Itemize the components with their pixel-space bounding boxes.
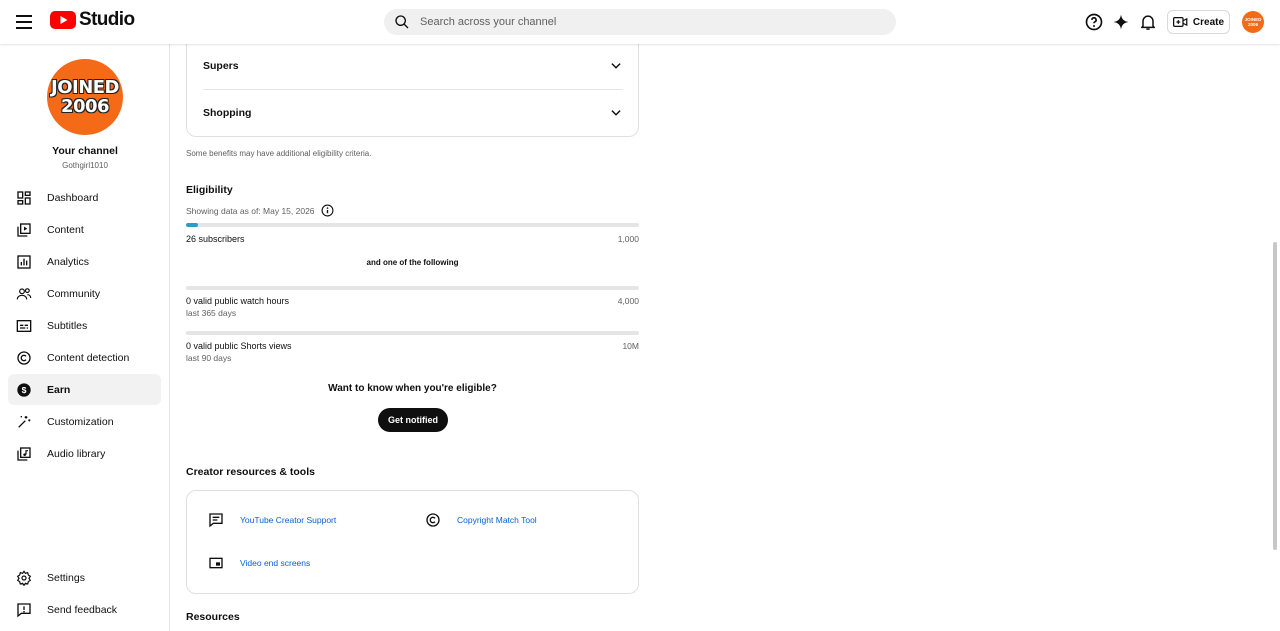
search-bar[interactable]: [384, 9, 896, 35]
chat-support-icon: [209, 513, 223, 528]
creator-resources-card: YouTube Creator Support Copyright Match …: [186, 490, 639, 594]
link-copyright-match-tool[interactable]: Copyright Match Tool: [425, 512, 537, 528]
sidebar-item-audio-library[interactable]: Audio library: [8, 438, 161, 469]
channel-title: Your channel: [52, 145, 118, 157]
dashboard-icon: [17, 190, 31, 205]
link-label: YouTube Creator Support: [240, 515, 337, 525]
get-notified-button[interactable]: Get notified: [378, 408, 448, 432]
dollar-icon: $: [17, 382, 31, 397]
search-input[interactable]: [420, 16, 860, 28]
sidebar-item-label: Send feedback: [47, 603, 118, 616]
shorts-views-progress-bar: [186, 331, 639, 335]
creator-resources-title: Creator resources & tools: [186, 466, 315, 478]
sidebar-item-label: Content detection: [47, 351, 130, 364]
notifications-bell-icon[interactable]: [1138, 12, 1158, 32]
accordion-supers[interactable]: Supers: [203, 42, 623, 89]
page-scrollbar[interactable]: [1273, 242, 1277, 550]
sidebar-item-label: Community: [47, 287, 101, 300]
avatar-text-line2: 2006: [1247, 22, 1258, 27]
shorts-views-label: 0 valid public Shorts views: [186, 341, 292, 351]
youtube-logo-icon: [50, 11, 76, 29]
link-label: Copyright Match Tool: [457, 515, 537, 525]
sidebar-item-label: Analytics: [47, 255, 90, 268]
link-video-end-screens[interactable]: Video end screens: [208, 555, 310, 571]
subscribers-progress-fill: [186, 223, 198, 227]
shorts-views-goal: 10M: [622, 341, 639, 351]
search-icon[interactable]: [394, 14, 410, 30]
accordion-label: Shopping: [203, 106, 252, 119]
main-content: Supers Shopping Some benefits may have a…: [171, 24, 1271, 631]
copyright-icon: [17, 350, 31, 365]
sidebar-item-subtitles[interactable]: Subtitles: [8, 310, 161, 341]
create-video-icon: [1172, 17, 1188, 27]
link-label: Video end screens: [240, 558, 311, 568]
sidebar-item-label: Earn: [47, 383, 71, 396]
eligibility-note: Some benefits may have additional eligib…: [186, 149, 372, 158]
svg-text:$: $: [22, 385, 27, 395]
gear-icon: [16, 569, 32, 586]
info-icon[interactable]: [321, 204, 334, 217]
sidebar-item-label: Dashboard: [47, 191, 99, 204]
community-icon: [16, 287, 32, 299]
channel-avatar-line2: 2006: [60, 96, 110, 117]
account-avatar[interactable]: JOINED 2006: [1242, 11, 1264, 33]
subscribers-label: 26 subscribers: [186, 234, 245, 244]
connector-text: and one of the following: [366, 258, 459, 267]
analytics-icon: [17, 254, 31, 269]
watch-hours-progress-bar: [186, 286, 639, 290]
data-as-of: Showing data as of: May 15, 2026: [186, 204, 334, 217]
sidebar-item-settings[interactable]: Settings: [8, 562, 161, 593]
shorts-views-period: last 90 days: [186, 353, 232, 363]
sidebar-item-label: Content: [47, 223, 84, 236]
sidebar-item-earn[interactable]: $ Earn: [8, 374, 161, 405]
sidebar-item-label: Subtitles: [47, 319, 88, 332]
subscribers-goal: 1,000: [617, 234, 639, 244]
sparkle-icon[interactable]: [1111, 12, 1131, 32]
subtitles-icon: [16, 319, 32, 332]
channel-avatar[interactable]: JOINED 2006: [47, 59, 123, 135]
sidebar: JOINED 2006 Your channel Gothgirl1010 Da…: [0, 44, 170, 631]
sidebar-item-label: Customization: [47, 415, 114, 428]
subscribers-progress-bar: [186, 223, 639, 227]
chevron-down-icon: [611, 62, 621, 69]
sidebar-item-send-feedback[interactable]: Send feedback: [8, 594, 161, 625]
sidebar-item-label: Audio library: [47, 447, 106, 460]
sidebar-item-analytics[interactable]: Analytics: [8, 246, 161, 277]
notify-prompt: Want to know when you're eligible?: [328, 383, 497, 394]
youtube-studio-logo[interactable]: Studio: [50, 9, 135, 31]
watch-hours-label: 0 valid public watch hours: [186, 296, 290, 306]
channel-handle: Gothgirl1010: [62, 161, 108, 170]
create-label: Create: [1192, 16, 1225, 28]
sidebar-item-customization[interactable]: Customization: [8, 406, 161, 437]
content-icon: [17, 222, 31, 237]
sidebar-item-content-detection[interactable]: Content detection: [8, 342, 161, 373]
end-screen-icon: [209, 557, 223, 569]
watch-hours-period: last 365 days: [186, 308, 237, 318]
create-button[interactable]: Create: [1167, 10, 1230, 34]
top-header: Studio Create JOINED 2006: [0, 0, 1280, 44]
magic-wand-icon: [18, 415, 31, 428]
link-creator-support[interactable]: YouTube Creator Support: [208, 512, 336, 528]
help-icon[interactable]: [1084, 12, 1104, 32]
menu-icon[interactable]: [12, 10, 36, 34]
channel-avatar-line1: JOINED: [51, 77, 120, 98]
accordion-shopping[interactable]: Shopping: [203, 89, 623, 136]
app-name: Studio: [79, 9, 135, 30]
feedback-icon: [17, 602, 31, 617]
chevron-down-icon: [611, 109, 621, 116]
copyright-icon: [426, 513, 440, 527]
sidebar-item-dashboard[interactable]: Dashboard: [8, 182, 161, 213]
data-as-of-text: Showing data as of: May 15, 2026: [186, 205, 315, 216]
eligibility-title: Eligibility: [186, 184, 233, 196]
sidebar-item-community[interactable]: Community: [8, 278, 161, 309]
sidebar-item-content[interactable]: Content: [8, 214, 161, 245]
audio-library-icon: [17, 446, 31, 461]
watch-hours-goal: 4,000: [617, 296, 639, 306]
resources-title: Resources: [186, 611, 240, 623]
accordion-label: Supers: [203, 59, 239, 72]
sidebar-item-label: Settings: [47, 571, 85, 584]
